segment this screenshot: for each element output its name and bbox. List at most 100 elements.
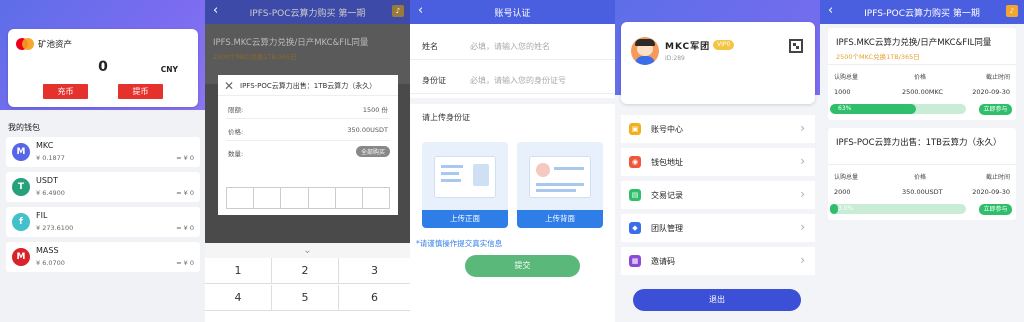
wallet-name: MASS [36, 246, 59, 255]
progress-label: 63% [838, 105, 852, 112]
logout-button[interactable]: 退出 [633, 289, 801, 311]
wallet-name: USDT [36, 176, 58, 185]
value-price: 2500.00MKC [902, 88, 943, 96]
upload-title: 请上传身份证 [422, 113, 470, 122]
menu-label: 账号中心 [651, 125, 683, 134]
deposit-button[interactable]: 充币 [43, 84, 88, 99]
value-deadline: 2020-09-30 [972, 88, 1010, 96]
vip-badge: VIP0 [713, 40, 735, 50]
quota-row: 限额: 1500 份 [226, 97, 390, 119]
price-row: 价格: 350.00USDT [226, 119, 390, 141]
key-6[interactable]: 6 [339, 285, 410, 311]
password-input[interactable] [226, 187, 390, 209]
wallet-name: FIL [36, 211, 48, 220]
mass-coin-icon: M [12, 248, 30, 266]
withdraw-button[interactable]: 提币 [118, 84, 163, 99]
chevron-right-icon: › [800, 187, 805, 201]
menu-label: 团队管理 [651, 224, 683, 233]
page-title: IPFS-POC云算力购买 第一期 [249, 9, 366, 19]
assets-card: 矿池资产 0 CNY 充币 提币 [8, 29, 198, 107]
id-label: 身份证 [422, 76, 446, 85]
page-title: 账号认证 [494, 9, 531, 19]
submit-button[interactable]: 提交 [465, 255, 580, 277]
bg-product-sub: 2500个MKC兑换1TB/365日 [213, 53, 297, 61]
wallet-amount: ¥ 6.0700 [36, 259, 65, 267]
collapse-keypad-icon[interactable]: ⌄ [205, 243, 410, 258]
menu-transactions[interactable]: ▤ 交易记录 › [621, 181, 815, 209]
id-field[interactable]: 身份证 必填，请输入您的身份证号 [410, 66, 615, 94]
upload-back-card[interactable]: 上传背面 [517, 142, 603, 228]
assets-screen: 矿池资产 0 CNY 充币 提币 我的钱包 M MKC ¥ 0.1877 ≈ ¥… [0, 0, 205, 322]
key-1[interactable]: 1 [205, 258, 272, 284]
name-field[interactable]: 姓名 必填，请输入您的姓名 [410, 32, 615, 60]
id-input[interactable]: 必填，请输入您的身份证号 [470, 75, 566, 86]
quota-value: 1500 份 [362, 106, 388, 114]
quota-label: 限额: [228, 106, 244, 114]
account-icon: ▣ [629, 123, 641, 135]
mkc-coin-icon: M [12, 143, 30, 161]
progress-label: 3.0% [838, 205, 854, 212]
close-icon[interactable]: ✕ [224, 79, 234, 93]
modal-title: IPFS-POC云算力出售：1TB云算力（永久） [240, 82, 377, 90]
wallet-icon: ◉ [629, 156, 641, 168]
key-3[interactable]: 3 [339, 258, 410, 284]
transactions-icon: ▤ [629, 189, 641, 201]
wallet-cny: ≈ ¥ 0 [176, 189, 194, 197]
product-card: IPFS.MKC云算力兑换/日产MKC&FIL同量 2500个MKC兑换1TB/… [828, 28, 1016, 120]
wallet-item-mkc[interactable]: M MKC ¥ 0.1877 ≈ ¥ 0 [6, 137, 200, 167]
topbar: ‹ IPFS-POC云算力购买 第一期 ♪ [205, 0, 410, 24]
value-total: 2000 [834, 188, 851, 196]
product-title: IPFS-POC云算力出售：1TB云算力（永久） [836, 138, 1002, 148]
notice-icon[interactable]: ♪ [392, 5, 404, 17]
products-screen: ‹ IPFS-POC云算力购买 第一期 ♪ IPFS.MKC云算力兑换/日产MK… [820, 0, 1024, 322]
product-card: IPFS-POC云算力出售：1TB云算力（永久） 认购总量 价格 截止时间 20… [828, 128, 1016, 220]
wallet-cny: ≈ ¥ 0 [176, 224, 194, 232]
avatar[interactable] [631, 37, 659, 65]
value-price: 350.00USDT [902, 188, 943, 196]
id-back-icon [529, 156, 591, 198]
upload-back-button[interactable]: 上传背面 [517, 210, 603, 228]
product-title: IPFS.MKC云算力兑换/日产MKC&FIL同量 [836, 38, 992, 48]
wallet-name: MKC [36, 141, 54, 150]
chevron-right-icon: › [800, 253, 805, 267]
profile-screen: MKC军团 VIP0 ID:289 ▣ 账号中心 › ◉ 钱包地址 › ▤ 交易… [615, 0, 820, 322]
progress-bar: 3.0% [830, 204, 966, 214]
fil-coin-icon: f [12, 213, 30, 231]
buy-all-button[interactable]: 全部购买 [355, 146, 390, 157]
page-title: IPFS-POC云算力购买 第一期 [864, 9, 980, 19]
name-input[interactable]: 必填，请输入您的姓名 [470, 41, 550, 52]
numeric-keypad: 1 2 3 4 5 6 [205, 258, 410, 322]
chevron-right-icon: › [800, 220, 805, 234]
upload-front-card[interactable]: 上传正面 [422, 142, 508, 228]
upload-front-button[interactable]: 上传正面 [422, 210, 508, 228]
menu-label: 交易记录 [651, 191, 683, 200]
notice-icon[interactable]: ♪ [1006, 5, 1018, 17]
wallet-cny: ≈ ¥ 0 [176, 154, 194, 162]
qrcode-icon[interactable] [789, 39, 803, 53]
wallet-item-fil[interactable]: f FIL ¥ 273.6100 ≈ ¥ 0 [6, 207, 200, 237]
menu-team[interactable]: ◆ 团队管理 › [621, 214, 815, 242]
wallet-item-usdt[interactable]: T USDT ¥ 6.4900 ≈ ¥ 0 [6, 172, 200, 202]
quantity-label: 数量: [228, 150, 244, 158]
wallet-item-mass[interactable]: M MASS ¥ 6.0700 ≈ ¥ 0 [6, 242, 200, 272]
wallet-amount: ¥ 0.1877 [36, 154, 65, 162]
chevron-right-icon: › [800, 121, 805, 135]
wallet-section-title: 我的钱包 [8, 123, 40, 132]
key-5[interactable]: 5 [272, 285, 339, 311]
header-total: 认购总量 [834, 174, 859, 181]
menu-account-center[interactable]: ▣ 账号中心 › [621, 115, 815, 143]
header-price: 价格 [914, 74, 927, 81]
wallet-cny: ≈ ¥ 0 [176, 259, 194, 267]
key-2[interactable]: 2 [272, 258, 339, 284]
price-value: 350.00USDT [347, 126, 388, 134]
team-icon: ◆ [629, 222, 641, 234]
menu-invite-code[interactable]: ▦ 邀请码 › [621, 247, 815, 275]
key-4[interactable]: 4 [205, 285, 272, 311]
notice-text: *请谨慎操作提交真实信息 [416, 239, 503, 248]
bg-product-title: IPFS.MKC云算力兑换/日产MKC&FIL同量 [213, 38, 369, 48]
purchase-modal-screen: ‹ IPFS-POC云算力购买 第一期 ♪ IPFS.MKC云算力兑换/日产MK… [205, 0, 410, 322]
join-button[interactable]: 立即参与 [979, 104, 1012, 115]
join-button[interactable]: 立即参与 [979, 204, 1012, 215]
menu-wallet-address[interactable]: ◉ 钱包地址 › [621, 148, 815, 176]
header-price: 价格 [914, 174, 927, 181]
